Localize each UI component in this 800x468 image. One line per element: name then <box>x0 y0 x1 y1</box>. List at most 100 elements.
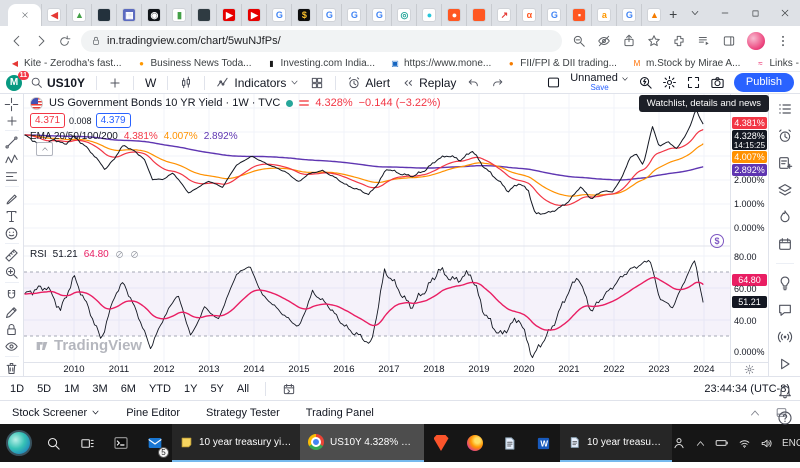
bookmark-item[interactable]: ◀Kite - Zerodha's fast... <box>10 58 122 69</box>
calendar-icon[interactable] <box>777 236 793 252</box>
pinned-tab[interactable]: α <box>516 4 541 26</box>
window-close-button[interactable] <box>770 0 800 26</box>
pinned-tab[interactable]: G <box>316 4 341 26</box>
range-button[interactable]: 5Y <box>210 383 223 395</box>
pinned-tab[interactable] <box>91 4 116 26</box>
pinned-tab[interactable]: G <box>341 4 366 26</box>
save-button[interactable]: Save <box>570 84 629 92</box>
bookmark-item[interactable]: ▮Investing.com India... <box>267 58 376 69</box>
reload-button[interactable] <box>58 35 71 48</box>
language-indicator[interactable]: ENG <box>782 438 800 449</box>
pinned-tab[interactable]: ● <box>416 4 441 26</box>
notepad-button[interactable] <box>492 424 526 462</box>
new-tab-button[interactable]: + <box>666 4 680 26</box>
firefox-button[interactable] <box>458 424 492 462</box>
chart-pane[interactable]: US Government Bonds 10 YR Yield · 1W · T… <box>24 94 730 376</box>
taskbar-search-button[interactable] <box>36 424 70 462</box>
symbol-search-button[interactable]: US10Y <box>27 76 88 90</box>
hide-drawings-tool[interactable] <box>0 339 23 354</box>
interval-button[interactable]: W <box>142 76 159 90</box>
window-maximize-button[interactable] <box>740 0 770 26</box>
close-tab-icon[interactable] <box>21 11 29 19</box>
chat-icon[interactable] <box>777 302 793 318</box>
pinned-tab[interactable]: ↗ <box>491 4 516 26</box>
bookmark-item[interactable]: ▣https://www.mone... <box>390 58 491 69</box>
notifications-bell-icon[interactable] <box>777 383 793 399</box>
range-button[interactable]: 3M <box>92 383 107 395</box>
undo-button[interactable] <box>464 76 483 89</box>
media-list-icon[interactable] <box>697 34 711 48</box>
tab-trading-panel[interactable]: Trading Panel <box>306 407 374 419</box>
trend-line-tool[interactable] <box>0 135 23 150</box>
forward-button[interactable] <box>34 34 48 48</box>
pinned-tab[interactable]: ◀ <box>41 4 66 26</box>
alert-button[interactable]: Alert <box>344 76 393 90</box>
zoom-icon[interactable] <box>572 34 586 48</box>
task-chrome[interactable]: US10Y 4.328% 0% U... <box>300 424 424 462</box>
text-tool[interactable] <box>0 209 23 224</box>
ema-label[interactable]: EMA 20/50/100/200 <box>30 131 118 142</box>
pinned-tab[interactable]: ▪ <box>566 4 591 26</box>
bookmark-item[interactable]: ≈Links - Linkly <box>755 58 800 69</box>
pinned-tab[interactable]: $ <box>291 4 316 26</box>
crosshair-tool[interactable] <box>0 97 23 112</box>
object-tree-icon[interactable] <box>777 182 793 198</box>
window-minimize-button[interactable] <box>710 0 740 26</box>
task-view-button[interactable] <box>70 424 104 462</box>
volume-icon[interactable] <box>760 437 773 450</box>
go-to-date-icon[interactable] <box>282 382 296 396</box>
range-button[interactable]: All <box>237 383 249 395</box>
lock-drawings-tool[interactable] <box>0 322 23 337</box>
mail-button[interactable]: 5 <box>138 424 172 462</box>
promo-icon[interactable]: $ <box>710 234 724 248</box>
wifi-icon[interactable] <box>738 437 751 450</box>
profile-avatar[interactable] <box>747 32 765 50</box>
publish-button[interactable]: Publish <box>734 73 794 92</box>
range-button[interactable]: YTD <box>149 383 171 395</box>
active-tab[interactable] <box>8 4 41 26</box>
pinned-tab[interactable]: ▲ <box>641 4 666 26</box>
zoom-in-tool[interactable] <box>0 265 23 280</box>
side-panel-icon[interactable] <box>722 34 736 48</box>
pinned-tab[interactable]: G <box>541 4 566 26</box>
hotlists-icon[interactable] <box>777 209 793 225</box>
ideas-icon[interactable] <box>777 275 793 291</box>
symbol-title[interactable]: US Government Bonds 10 YR Yield · 1W · T… <box>49 97 280 109</box>
remove-drawings-tool[interactable] <box>0 361 23 376</box>
terminal-button[interactable] <box>104 424 138 462</box>
help-icon[interactable] <box>777 410 793 426</box>
fib-tool[interactable] <box>0 169 23 184</box>
url-bar[interactable]: in.tradingview.com/chart/5wuNJfPs/ <box>81 30 562 52</box>
tab-stock-screener[interactable]: Stock Screener <box>12 407 100 419</box>
tab-strategy-tester[interactable]: Strategy Tester <box>206 407 280 419</box>
pinned-tab[interactable]: ● <box>441 4 466 26</box>
tray-expand-icon[interactable] <box>695 438 706 449</box>
chart-style-button[interactable] <box>176 76 196 90</box>
redo-button[interactable] <box>488 76 507 89</box>
cross-tool[interactable] <box>0 114 23 128</box>
pinned-tab[interactable]: ◉ <box>141 4 166 26</box>
compare-button[interactable] <box>105 76 125 90</box>
pinned-tab[interactable]: G <box>616 4 641 26</box>
pattern-tool[interactable] <box>0 152 23 167</box>
emoji-tool[interactable] <box>0 226 23 241</box>
pane-expand-button[interactable] <box>36 142 53 156</box>
axis-settings[interactable] <box>731 362 768 376</box>
pinned-tab[interactable]: ▶ <box>241 4 266 26</box>
settings-gear-icon[interactable] <box>662 75 677 90</box>
alerts-clock-icon[interactable] <box>777 128 793 144</box>
task-notepad[interactable]: 10 year treasury yiel... <box>560 424 672 462</box>
magnet-tool[interactable] <box>0 288 23 303</box>
pinned-tab[interactable]: ▲ <box>66 4 91 26</box>
battery-icon[interactable] <box>715 436 729 450</box>
task-sticky-note[interactable]: 10 year treasury yield <box>172 424 300 462</box>
notes-icon[interactable] <box>777 155 793 171</box>
url-text[interactable]: in.tradingview.com/chart/5wuNJfPs/ <box>107 35 281 47</box>
fullscreen-icon[interactable] <box>686 75 701 90</box>
back-button[interactable] <box>10 34 24 48</box>
word-button[interactable]: W <box>526 424 560 462</box>
people-icon[interactable] <box>672 436 686 450</box>
gear-icon[interactable] <box>744 364 755 375</box>
rsi-settings-icon[interactable] <box>130 250 139 259</box>
pinned-tab[interactable]: ◎ <box>391 4 416 26</box>
